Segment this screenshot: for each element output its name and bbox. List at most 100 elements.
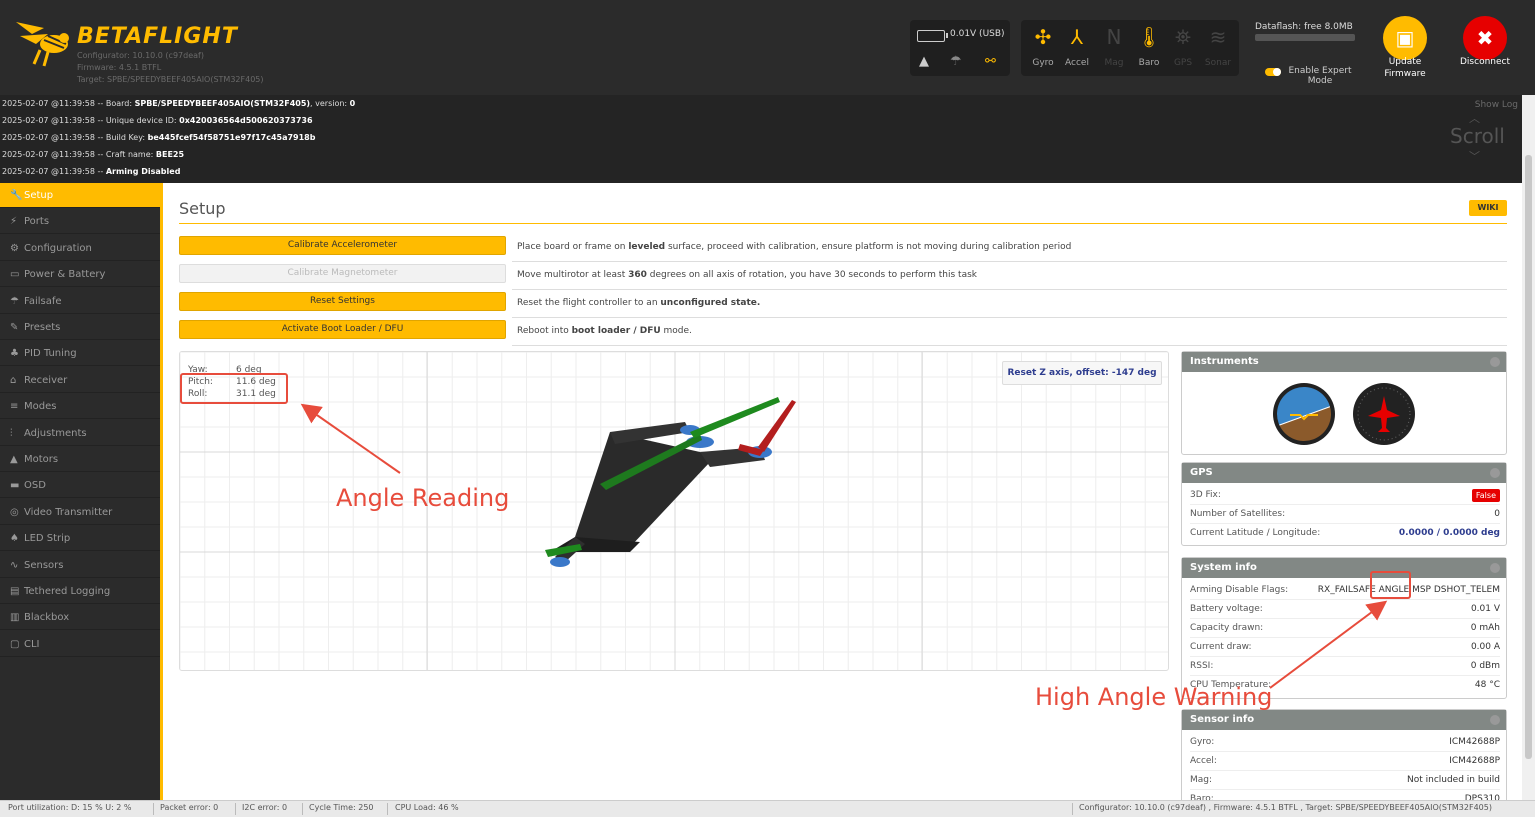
sidebar-item-label: CLI — [24, 638, 40, 650]
model-3d-view[interactable]: Yaw: 6 deg Pitch: 11.6 deg Roll: 31.1 deg R… — [179, 351, 1169, 671]
update-firmware-button[interactable]: ▣ Update Firmware — [1375, 16, 1435, 86]
log-panel: 2025-02-07 @11:39:58 -- Board: SPBE/SPEE… — [0, 95, 1522, 183]
motors-icon: ▲ — [10, 454, 18, 465]
model-grid — [180, 352, 1168, 670]
help-icon[interactable] — [1490, 715, 1500, 725]
sidebar-item-sensors[interactable]: ∿ Sensors — [0, 553, 160, 578]
sidebar-nav: 🔧 Setup ⚡ Ports ⚙ Configuration ▭ Power & Batte… — [0, 183, 162, 800]
sidebar-item-blackbox[interactable]: ▥ Blackbox — [0, 605, 160, 631]
row-divider — [512, 317, 1507, 318]
high-angle-warning-annotation: High Angle Warning — [1035, 683, 1273, 711]
angle-reading-highlight-box — [180, 373, 288, 404]
firmware-version: Firmware: 4.5.1 BTFL — [77, 63, 162, 72]
sensor-status: ✣ Gyro ⅄ Accel N Mag 🌡 Baro ⛯ GPS ≋ Sona… — [1021, 20, 1239, 76]
battery-status: 0.01V (USB) ▲ ☂ ⚯ — [910, 20, 1010, 76]
sidebar-item-pid-tuning[interactable]: ♣ PID Tuning — [0, 341, 160, 367]
sensor-gyro-row: Gyro: ICM42688P — [1190, 733, 1500, 752]
reset-z-axis-button[interactable]: Reset Z axis, offset: -147 deg — [1002, 361, 1162, 385]
page-scrollbar[interactable] — [1522, 95, 1535, 800]
sidebar-item-failsafe[interactable]: ☂ Failsafe — [0, 289, 160, 314]
battery-voltage-row: Battery voltage: 0.01 V — [1190, 600, 1500, 619]
ports-icon: ⚡ — [10, 216, 18, 228]
arming-flags-row: Arming Disable Flags: RX_FAILSAFE ANGLE M… — [1190, 581, 1500, 600]
status-separator — [302, 803, 303, 815]
reset-settings-button[interactable]: Reset Settings — [179, 292, 506, 311]
sidebar-item-setup[interactable]: 🔧 Setup — [0, 183, 160, 208]
title-divider — [179, 223, 1507, 224]
battery-icon — [917, 30, 948, 42]
activate-bootloader-button[interactable]: Activate Boot Loader / DFU — [179, 320, 506, 339]
status-separator — [153, 803, 154, 815]
rssi-row: RSSI: 0 dBm — [1190, 657, 1500, 676]
sidebar-item-label: Setup — [24, 190, 54, 201]
sidebar-item-presets[interactable]: ✎ Presets — [0, 315, 160, 340]
vtx-icon: ◎ — [10, 506, 19, 518]
sidebar-item-label: Modes — [24, 401, 57, 413]
sensor-gyro: ✣ Gyro — [1025, 20, 1061, 76]
betaflight-bee-logo — [16, 22, 69, 67]
sidebar-item-label: Configuration — [24, 242, 92, 254]
sidebar-item-tethered-logging[interactable]: ▤ Tethered Logging — [0, 579, 160, 604]
gear-icon: ⚙ — [10, 242, 19, 254]
chip-icon[interactable]: ▣ — [1383, 16, 1427, 60]
sidebar-item-osd[interactable]: ▬ OSD — [0, 473, 160, 499]
status-separator — [1072, 803, 1073, 815]
sidebar-item-label: Power & Battery — [24, 269, 106, 281]
panel-header: Sensor info — [1182, 710, 1506, 730]
sensor-baro: 🌡 Baro — [1131, 20, 1167, 76]
show-log-link[interactable]: Show Log — [1475, 100, 1518, 110]
disconnect-button[interactable]: ✖ Disconnect — [1455, 16, 1515, 86]
sidebar-item-video-transmitter[interactable]: ◎ Video Transmitter — [0, 500, 160, 525]
configurator-version: Configurator: 10.10.0 (c97deaf) — [77, 51, 204, 60]
sensor-accel-row: Accel: ICM42688P — [1190, 752, 1500, 771]
sidebar-item-receiver[interactable]: ⌂ Receiver — [0, 368, 160, 393]
page-title: Setup — [179, 199, 226, 218]
calibrate-magnetometer-button[interactable]: Calibrate Magnetometer — [179, 264, 506, 283]
chevron-down-icon[interactable]: ﹀ — [1469, 148, 1480, 164]
sidebar-item-configuration[interactable]: ⚙ Configuration — [0, 236, 160, 261]
sensor-mag: N Mag — [1096, 20, 1132, 76]
capacity-drawn-row: Capacity drawn: 0 mAh — [1190, 619, 1500, 638]
sidebar-item-power-battery[interactable]: ▭ Power & Battery — [0, 262, 160, 288]
sidebar-item-led-strip[interactable]: ♠ LED Strip — [0, 526, 160, 552]
action-description: Reboot into boot loader / DFU mode. — [517, 326, 692, 336]
help-icon[interactable] — [1490, 468, 1500, 478]
angle-flag-highlight-box — [1370, 571, 1411, 599]
calibrate-accelerometer-button[interactable]: Calibrate Accelerometer — [179, 236, 506, 255]
quadcopter-model — [545, 397, 796, 567]
packet-error: Packet error: 0 — [160, 803, 219, 812]
i2c-error: I2C error: 0 — [242, 803, 288, 812]
gps-panel: GPS 3D Fix: False Number of Satellites: 0 … — [1181, 462, 1507, 546]
sidebar-item-motors[interactable]: ▲ Motors — [0, 447, 160, 472]
target-board: Target: SPBE/SPEEDYBEEF405AIO(STM32F405) — [77, 75, 264, 84]
gps-3d-fix-row: 3D Fix: False — [1190, 486, 1500, 505]
sidebar-item-label: Video Transmitter — [24, 506, 113, 518]
cpu-load: CPU Load: 46 % — [395, 803, 459, 812]
modes-icon: ≡ — [10, 401, 19, 413]
sensor-gps: ⛯ GPS — [1165, 20, 1201, 76]
gps-fix-badge: False — [1471, 489, 1500, 502]
port-utilization: Port utilization: D: 15 % U: 2 % — [8, 803, 132, 812]
parachute-icon: ☂ — [10, 295, 19, 307]
warning-icon: ▲ — [919, 54, 929, 69]
panel-header: Instruments — [1182, 352, 1506, 372]
sidebar-item-label: Failsafe — [24, 295, 62, 307]
status-separator — [235, 803, 236, 815]
sidebar-item-cli[interactable]: ▢ CLI — [0, 632, 160, 657]
sidebar-item-label: Blackbox — [24, 612, 70, 624]
sidebar-item-label: Motors — [24, 454, 59, 465]
toggle-switch-icon[interactable] — [1265, 68, 1281, 76]
scrollbar-thumb[interactable] — [1525, 155, 1532, 759]
sidebar-item-adjustments[interactable]: ⫶ Adjustments — [0, 421, 160, 446]
sidebar-item-modes[interactable]: ≡ Modes — [0, 394, 160, 420]
blackbox-icon: ▥ — [10, 612, 20, 624]
led-icon: ♠ — [10, 533, 19, 545]
sidebar-item-ports[interactable]: ⚡ Ports — [0, 209, 160, 235]
system-info-panel: System info Arming Disable Flags: RX_FAIL… — [1181, 557, 1507, 699]
link-icon: ⚯ — [985, 54, 996, 69]
help-icon[interactable] — [1490, 357, 1500, 367]
help-icon[interactable] — [1490, 563, 1500, 573]
log-line: 2025-02-07 @11:39:58 -- Arming Disabled — [2, 167, 181, 176]
usb-disconnect-icon[interactable]: ✖ — [1463, 16, 1507, 60]
wiki-button[interactable]: WIKI — [1469, 200, 1507, 216]
